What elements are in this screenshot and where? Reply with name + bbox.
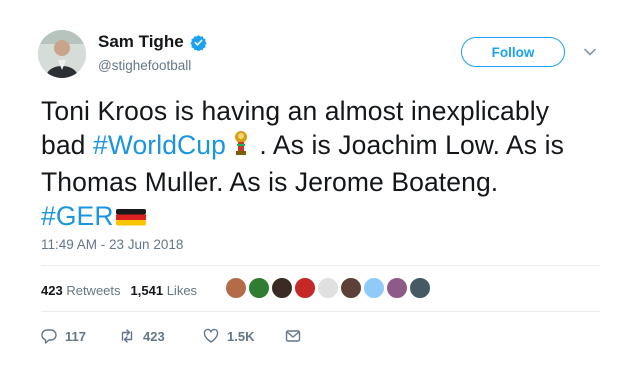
- retweet-icon: [121, 329, 133, 343]
- like-count: 1.5K: [227, 328, 255, 344]
- liker-avatar[interactable]: [224, 276, 248, 300]
- germany-flag-icon: [114, 201, 146, 235]
- liker-avatar[interactable]: [316, 276, 340, 300]
- tweet-text-segment: . As is Joachim Low. As is: [251, 130, 564, 160]
- engagement-stats: 423 Retweets 1,541 Likes: [41, 283, 197, 298]
- likes-count: 1,541: [130, 283, 164, 298]
- tweet-line: #GER: [41, 199, 601, 235]
- avatar[interactable]: [38, 30, 86, 78]
- action-bar: 117 423 1.5K: [41, 328, 301, 344]
- liker-avatar[interactable]: [408, 276, 432, 300]
- reply-icon: [41, 329, 57, 344]
- retweet-count: 423: [143, 328, 165, 344]
- display-name[interactable]: Sam Tighe: [98, 32, 184, 52]
- divider: [41, 311, 600, 312]
- tweet-text: Toni Kroos is having an almost inexplica…: [41, 94, 601, 235]
- follow-button[interactable]: Follow: [461, 37, 565, 67]
- reply-button[interactable]: 117: [41, 328, 119, 344]
- heart-icon: [203, 328, 219, 343]
- handle[interactable]: @stighefootball: [98, 58, 191, 73]
- reply-count: 117: [65, 328, 86, 344]
- likes-label: Likes: [166, 283, 198, 298]
- liker-avatar[interactable]: [362, 276, 386, 300]
- liker-avatar[interactable]: [385, 276, 409, 300]
- tweet-line: Toni Kroos is having an almost inexplica…: [41, 96, 550, 126]
- liker-avatar[interactable]: [247, 276, 271, 300]
- hashtag-ger[interactable]: #GER: [41, 201, 114, 231]
- liker-avatar[interactable]: [339, 276, 363, 300]
- liker-avatar[interactable]: [270, 276, 294, 300]
- liker-avatar[interactable]: [293, 276, 317, 300]
- direct-message-button[interactable]: [285, 328, 301, 344]
- retweets-count: 423: [41, 283, 63, 298]
- likes-stat[interactable]: 1,541 Likes: [131, 283, 198, 298]
- divider: [41, 265, 600, 266]
- retweets-label: Retweets: [66, 283, 121, 298]
- retweet-button[interactable]: 423: [119, 328, 203, 344]
- hashtag-worldcup[interactable]: #WorldCup: [93, 130, 226, 160]
- envelope-icon: [285, 330, 301, 342]
- chevron-down-icon[interactable]: [583, 45, 597, 59]
- tweet-text-segment: bad: [41, 130, 93, 160]
- like-button[interactable]: 1.5K: [203, 328, 285, 344]
- world-cup-trophy-icon: [226, 129, 252, 165]
- verified-badge-icon: [190, 34, 207, 51]
- timestamp[interactable]: 11:49 AM - 23 Jun 2018: [41, 237, 183, 252]
- tweet-card: Sam Tighe @stighefootball Follow Toni Kr…: [0, 0, 641, 389]
- liker-avatars: [224, 276, 432, 300]
- tweet-line: bad #WorldCup . As is Joachim Low. As is: [41, 128, 601, 165]
- retweets-stat[interactable]: 423 Retweets: [41, 283, 121, 298]
- tweet-line: Thomas Muller. As is Jerome Boateng.: [41, 167, 499, 197]
